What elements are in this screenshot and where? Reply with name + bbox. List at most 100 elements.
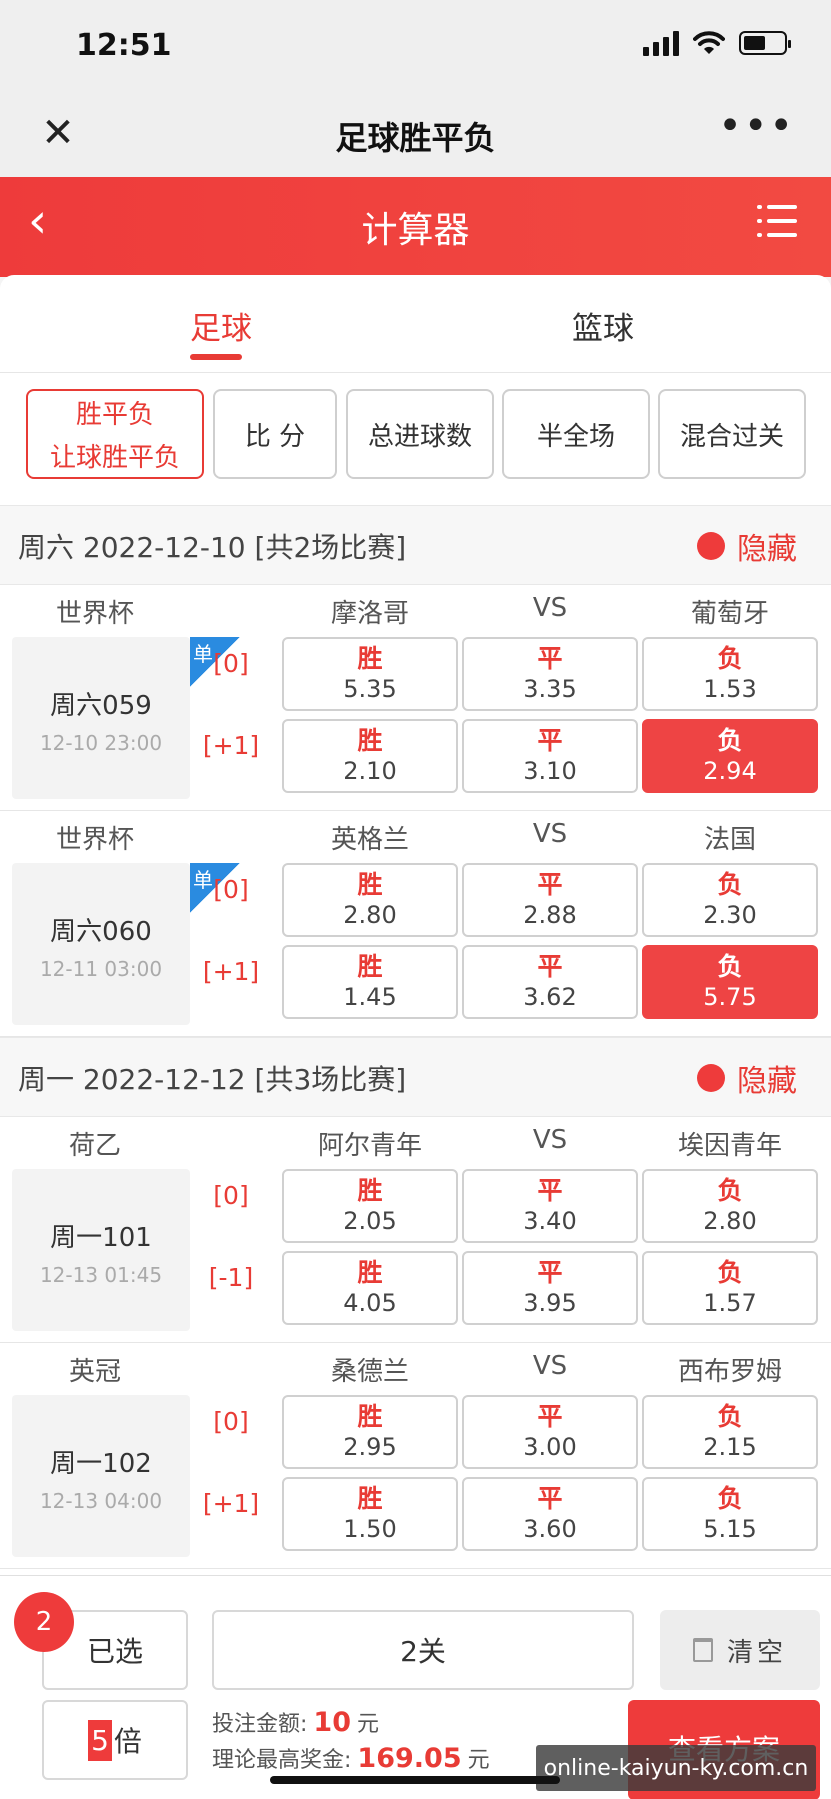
- odds-label: 负: [717, 1484, 743, 1513]
- odds-lose[interactable]: 负 2.15: [642, 1395, 818, 1469]
- hide-toggle[interactable]: 隐藏: [697, 524, 797, 568]
- odds-label: 负: [717, 870, 743, 899]
- play-type-win-draw-lose[interactable]: 胜平负 让球胜平负: [26, 389, 204, 479]
- odds-draw[interactable]: 平 3.35: [462, 637, 638, 711]
- odds-win[interactable]: 胜 2.05: [282, 1169, 458, 1243]
- odds-value: 2.05: [343, 1207, 397, 1235]
- odds-draw[interactable]: 平 3.40: [462, 1169, 638, 1243]
- odds-win[interactable]: 胜 4.05: [282, 1251, 458, 1325]
- home-indicator[interactable]: [270, 1776, 560, 1784]
- match-row: 世界杯 摩洛哥 VS 葡萄牙 周六059 12-10 23:00 单 [0] 胜…: [0, 585, 831, 811]
- play-type-label: 总进球数: [367, 421, 472, 452]
- match-row: 世界杯 英格兰 VS 法国 周六060 12-11 03:00 单 [0] 胜2…: [0, 811, 831, 1037]
- odds-label: 负: [717, 1258, 743, 1287]
- more-icon[interactable]: •••: [718, 103, 795, 149]
- odds-value: 5.15: [703, 1515, 757, 1543]
- match-time: 12-10 23:00: [39, 731, 163, 755]
- play-type-half-full[interactable]: 半全场: [502, 389, 650, 479]
- play-type-mixed-parlay[interactable]: 混合过关: [658, 389, 806, 479]
- max-prize-line: 理论最高奖金: 169.05 元: [212, 1742, 490, 1774]
- odds-draw[interactable]: 平 3.10: [462, 719, 638, 793]
- play-type-label: 胜平负: [75, 400, 154, 430]
- odds-label: 平: [537, 1484, 563, 1513]
- date-section-header: 周一 2022-12-12 [共3场比赛] 隐藏: [0, 1037, 831, 1117]
- odds-draw[interactable]: 平 3.95: [462, 1251, 638, 1325]
- odds-label: 平: [537, 1402, 563, 1431]
- odds-draw[interactable]: 平 3.00: [462, 1395, 638, 1469]
- status-icons: [643, 30, 791, 56]
- odds-win[interactable]: 胜 2.80: [282, 863, 458, 937]
- odds-draw[interactable]: 平 3.62: [462, 945, 638, 1019]
- tab-football[interactable]: 足球: [190, 303, 252, 348]
- match-number: 周一101: [50, 1223, 152, 1253]
- multiplier-value: 5: [88, 1719, 112, 1761]
- odds-lose[interactable]: 负 5.15: [642, 1477, 818, 1551]
- odds-win[interactable]: 胜 2.95: [282, 1395, 458, 1469]
- match-number: 周六060: [50, 917, 152, 947]
- odds-win[interactable]: 胜 2.10: [282, 719, 458, 793]
- vs-label: VS: [532, 1351, 568, 1381]
- odds-lose[interactable]: 负 2.30: [642, 863, 818, 937]
- odds-lose[interactable]: 负 1.53: [642, 637, 818, 711]
- odds-value: 2.95: [343, 1433, 397, 1461]
- hide-label: 隐藏: [737, 532, 797, 567]
- odds-draw[interactable]: 平 2.88: [462, 863, 638, 937]
- play-type-label: 半全场: [536, 421, 615, 452]
- handicap-label: [0]: [213, 649, 249, 678]
- clear-button[interactable]: 清空: [660, 1610, 820, 1690]
- odds-label: 胜: [357, 1258, 383, 1287]
- league-name: 英冠: [68, 1357, 121, 1387]
- odds-win[interactable]: 胜 1.50: [282, 1477, 458, 1551]
- odds-value: 1.45: [343, 983, 397, 1011]
- status-bar: 12:51: [0, 0, 831, 95]
- battery-icon: [739, 31, 791, 55]
- match-row: 英冠 桑德兰 VS 西布罗姆 周一102 12-13 04:00 [0] 胜 2.…: [0, 1343, 831, 1569]
- odds-lose[interactable]: 负 2.80: [642, 1169, 818, 1243]
- away-team: 葡萄牙: [690, 599, 769, 629]
- odds-label: 平: [537, 1176, 563, 1205]
- hide-toggle[interactable]: 隐藏: [697, 1056, 797, 1100]
- odds-label: 负: [717, 726, 743, 755]
- date-section-header: 周六 2022-12-10 [共2场比赛] 隐藏: [0, 505, 831, 585]
- odds-win[interactable]: 胜 5.35: [282, 637, 458, 711]
- red-dot-icon: [697, 1064, 725, 1092]
- max-prize-value: 169.05: [357, 1743, 462, 1774]
- odds-value: 2.88: [523, 901, 577, 929]
- odds-lose[interactable]: 负 1.57: [642, 1251, 818, 1325]
- multiplier-input[interactable]: 5 倍: [42, 1700, 188, 1780]
- odds-label: 胜: [357, 1484, 383, 1513]
- league-name: 荷乙: [68, 1131, 121, 1161]
- match-number: 周一102: [50, 1449, 152, 1479]
- odds-label: 胜: [357, 1176, 383, 1205]
- odds-label: 平: [537, 870, 563, 899]
- list-menu-icon[interactable]: [757, 205, 797, 239]
- pass-type-selector[interactable]: 2关: [212, 1610, 634, 1690]
- handicap-label: [0]: [213, 1407, 249, 1436]
- odds-value: 1.50: [343, 1515, 397, 1543]
- play-type-score[interactable]: 比 分: [213, 389, 337, 479]
- section-date: 周六 2022-12-10 [共2场比赛]: [18, 531, 407, 564]
- tab-basketball[interactable]: 篮球: [572, 303, 634, 348]
- odds-win[interactable]: 胜 1.45: [282, 945, 458, 1019]
- calculator-header: ‹ 计算器: [0, 177, 831, 277]
- section-date: 周一 2022-12-12 [共3场比赛]: [18, 1063, 407, 1096]
- clear-label: 清空: [726, 1637, 787, 1668]
- odds-label: 平: [537, 1258, 563, 1287]
- odds-value: 1.53: [703, 675, 757, 703]
- match-info-box: 周一101 12-13 01:45: [12, 1169, 190, 1331]
- odds-value: 2.80: [703, 1207, 757, 1235]
- odds-label: 胜: [357, 726, 383, 755]
- odds-draw[interactable]: 平 3.60: [462, 1477, 638, 1551]
- odds-label: 平: [537, 726, 563, 755]
- red-dot-icon: [697, 532, 725, 560]
- play-type-total-goals[interactable]: 总进球数: [346, 389, 494, 479]
- bet-amount-line: 投注金额: 10 元: [212, 1706, 379, 1738]
- play-type-label: 比 分: [244, 421, 306, 452]
- odds-value: 2.80: [343, 901, 397, 929]
- odds-value: 4.05: [343, 1289, 397, 1317]
- league-name: 世界杯: [55, 825, 134, 855]
- odds-lose-selected[interactable]: 负 5.75: [642, 945, 818, 1019]
- vs-label: VS: [532, 1125, 568, 1155]
- odds-lose-selected[interactable]: 负 2.94: [642, 719, 818, 793]
- bet-amount-unit: 元: [357, 1712, 380, 1737]
